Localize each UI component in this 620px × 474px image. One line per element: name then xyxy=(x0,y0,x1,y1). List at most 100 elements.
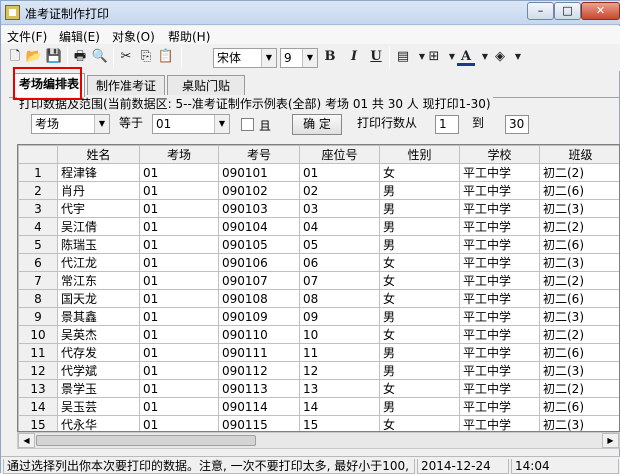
open-folder-icon[interactable]: 📂 xyxy=(25,48,43,66)
close-button[interactable]: ✕ xyxy=(581,2,620,20)
table-cell[interactable]: 14 xyxy=(300,398,380,416)
table-cell[interactable]: 初二(6) xyxy=(540,236,620,254)
border-style-icon[interactable]: ▤ xyxy=(394,48,412,66)
table-cell[interactable]: 平工中学 xyxy=(460,344,540,362)
table-row[interactable]: 13景学玉0109011313女平工中学初二(2) xyxy=(19,380,620,398)
table-cell[interactable]: 常江东 xyxy=(58,272,140,290)
column-header[interactable]: 考号 xyxy=(219,146,300,164)
table-cell[interactable]: 初二(3) xyxy=(540,308,620,326)
scroll-left-icon[interactable]: ◀ xyxy=(18,433,35,448)
table-cell[interactable]: 01 xyxy=(140,290,219,308)
minimize-button[interactable]: – xyxy=(527,2,554,20)
table-cell[interactable]: 女 xyxy=(380,326,460,344)
row-number[interactable]: 3 xyxy=(19,200,58,218)
tab-desk-label[interactable]: 桌贴门贴 xyxy=(167,75,245,96)
scroll-right-icon[interactable]: ▶ xyxy=(602,433,619,448)
table-cell[interactable]: 女 xyxy=(380,380,460,398)
table-cell[interactable]: 10 xyxy=(300,326,380,344)
italic-button[interactable]: I xyxy=(345,48,363,66)
table-cell[interactable]: 06 xyxy=(300,254,380,272)
row-number[interactable]: 1 xyxy=(19,164,58,182)
table-cell[interactable]: 03 xyxy=(300,200,380,218)
table-cell[interactable]: 陈瑞玉 xyxy=(58,236,140,254)
table-cell[interactable]: 01 xyxy=(300,164,380,182)
chevron-down-icon[interactable]: ▼ xyxy=(302,49,317,67)
table-cell[interactable]: 090106 xyxy=(219,254,300,272)
table-cell[interactable]: 平工中学 xyxy=(460,326,540,344)
table-row[interactable]: 3代宇0109010303男平工中学初二(3) xyxy=(19,200,620,218)
copy-icon[interactable]: ⎘ xyxy=(137,48,155,66)
table-row[interactable]: 5陈瑞玉0109010505男平工中学初二(6) xyxy=(19,236,620,254)
table-cell[interactable]: 01 xyxy=(140,380,219,398)
table-cell[interactable]: 平工中学 xyxy=(460,380,540,398)
table-cell[interactable]: 01 xyxy=(140,254,219,272)
table-row[interactable]: 1程津锋0109010101女平工中学初二(2) xyxy=(19,164,620,182)
row-number[interactable]: 13 xyxy=(19,380,58,398)
save-icon[interactable]: 💾 xyxy=(45,48,63,66)
table-cell[interactable]: 01 xyxy=(140,362,219,380)
underline-button[interactable]: U xyxy=(367,48,385,66)
text-color-button[interactable]: A xyxy=(457,48,475,66)
table-cell[interactable]: 090114 xyxy=(219,398,300,416)
row-number[interactable]: 10 xyxy=(19,326,58,344)
table-cell[interactable]: 男 xyxy=(380,200,460,218)
table-cell[interactable]: 平工中学 xyxy=(460,236,540,254)
table-cell[interactable]: 代江龙 xyxy=(58,254,140,272)
table-cell[interactable]: 男 xyxy=(380,308,460,326)
row-number[interactable]: 14 xyxy=(19,398,58,416)
paste-icon[interactable]: 📋 xyxy=(157,48,175,66)
data-grid[interactable]: 姓名 考场 考号 座位号 性别 学校 班级 1程津锋0109010101女平工中… xyxy=(17,144,620,432)
table-cell[interactable]: 01 xyxy=(140,308,219,326)
row-number[interactable]: 4 xyxy=(19,218,58,236)
table-cell[interactable]: 090111 xyxy=(219,344,300,362)
table-cell[interactable]: 景学玉 xyxy=(58,380,140,398)
table-row[interactable]: 8国天龙0109010808女平工中学初二(6) xyxy=(19,290,620,308)
print-preview-icon[interactable]: 🔍 xyxy=(91,48,109,66)
table-cell[interactable]: 090107 xyxy=(219,272,300,290)
table-cell[interactable]: 平工中学 xyxy=(460,290,540,308)
bold-button[interactable]: B xyxy=(321,48,339,66)
table-row[interactable]: 14吴玉芸0109011414男平工中学初二(6) xyxy=(19,398,620,416)
column-header[interactable]: 考场 xyxy=(140,146,219,164)
table-cell[interactable]: 07 xyxy=(300,272,380,290)
value-select[interactable]: 01 ▼ xyxy=(152,114,230,134)
tab-admission-ticket[interactable]: 制作准考证 xyxy=(87,75,165,96)
table-cell[interactable]: 平工中学 xyxy=(460,164,540,182)
table-cell[interactable]: 男 xyxy=(380,398,460,416)
table-cell[interactable]: 平工中学 xyxy=(460,200,540,218)
scroll-thumb[interactable] xyxy=(36,435,256,446)
table-cell[interactable]: 初二(3) xyxy=(540,362,620,380)
table-cell[interactable]: 平工中学 xyxy=(460,362,540,380)
menu-object[interactable]: 对象(O) xyxy=(112,28,155,45)
table-cell[interactable]: 女 xyxy=(380,164,460,182)
table-cell[interactable]: 初二(2) xyxy=(540,218,620,236)
table-cell[interactable]: 090115 xyxy=(219,416,300,433)
print-icon[interactable]: 🖶 xyxy=(71,48,89,66)
table-cell[interactable]: 01 xyxy=(140,218,219,236)
table-cell[interactable]: 01 xyxy=(140,164,219,182)
font-size-combo[interactable]: 9 ▼ xyxy=(280,48,318,68)
table-cell[interactable]: 肖丹 xyxy=(58,182,140,200)
menu-edit[interactable]: 编辑(E) xyxy=(59,28,100,45)
table-cell[interactable]: 11 xyxy=(300,344,380,362)
table-cell[interactable]: 090105 xyxy=(219,236,300,254)
table-cell[interactable]: 090112 xyxy=(219,362,300,380)
row-number[interactable]: 5 xyxy=(19,236,58,254)
table-cell[interactable]: 女 xyxy=(380,290,460,308)
table-row[interactable]: 4吴江倩0109010404男平工中学初二(2) xyxy=(19,218,620,236)
table-cell[interactable]: 05 xyxy=(300,236,380,254)
table-cell[interactable]: 初二(3) xyxy=(540,254,620,272)
table-cell[interactable]: 平工中学 xyxy=(460,308,540,326)
table-cell[interactable]: 平工中学 xyxy=(460,254,540,272)
table-cell[interactable]: 初二(3) xyxy=(540,416,620,433)
table-cell[interactable]: 平工中学 xyxy=(460,416,540,433)
table-cell[interactable]: 初二(6) xyxy=(540,290,620,308)
table-cell[interactable]: 08 xyxy=(300,290,380,308)
row-number[interactable]: 12 xyxy=(19,362,58,380)
table-cell[interactable]: 初二(3) xyxy=(540,200,620,218)
table-row[interactable]: 11代存发0109011111男平工中学初二(6) xyxy=(19,344,620,362)
table-cell[interactable]: 01 xyxy=(140,200,219,218)
chevron-down-icon[interactable]: ▼ xyxy=(509,48,527,66)
table-cell[interactable]: 吴玉芸 xyxy=(58,398,140,416)
new-file-icon[interactable]: 🗋 xyxy=(6,48,24,66)
